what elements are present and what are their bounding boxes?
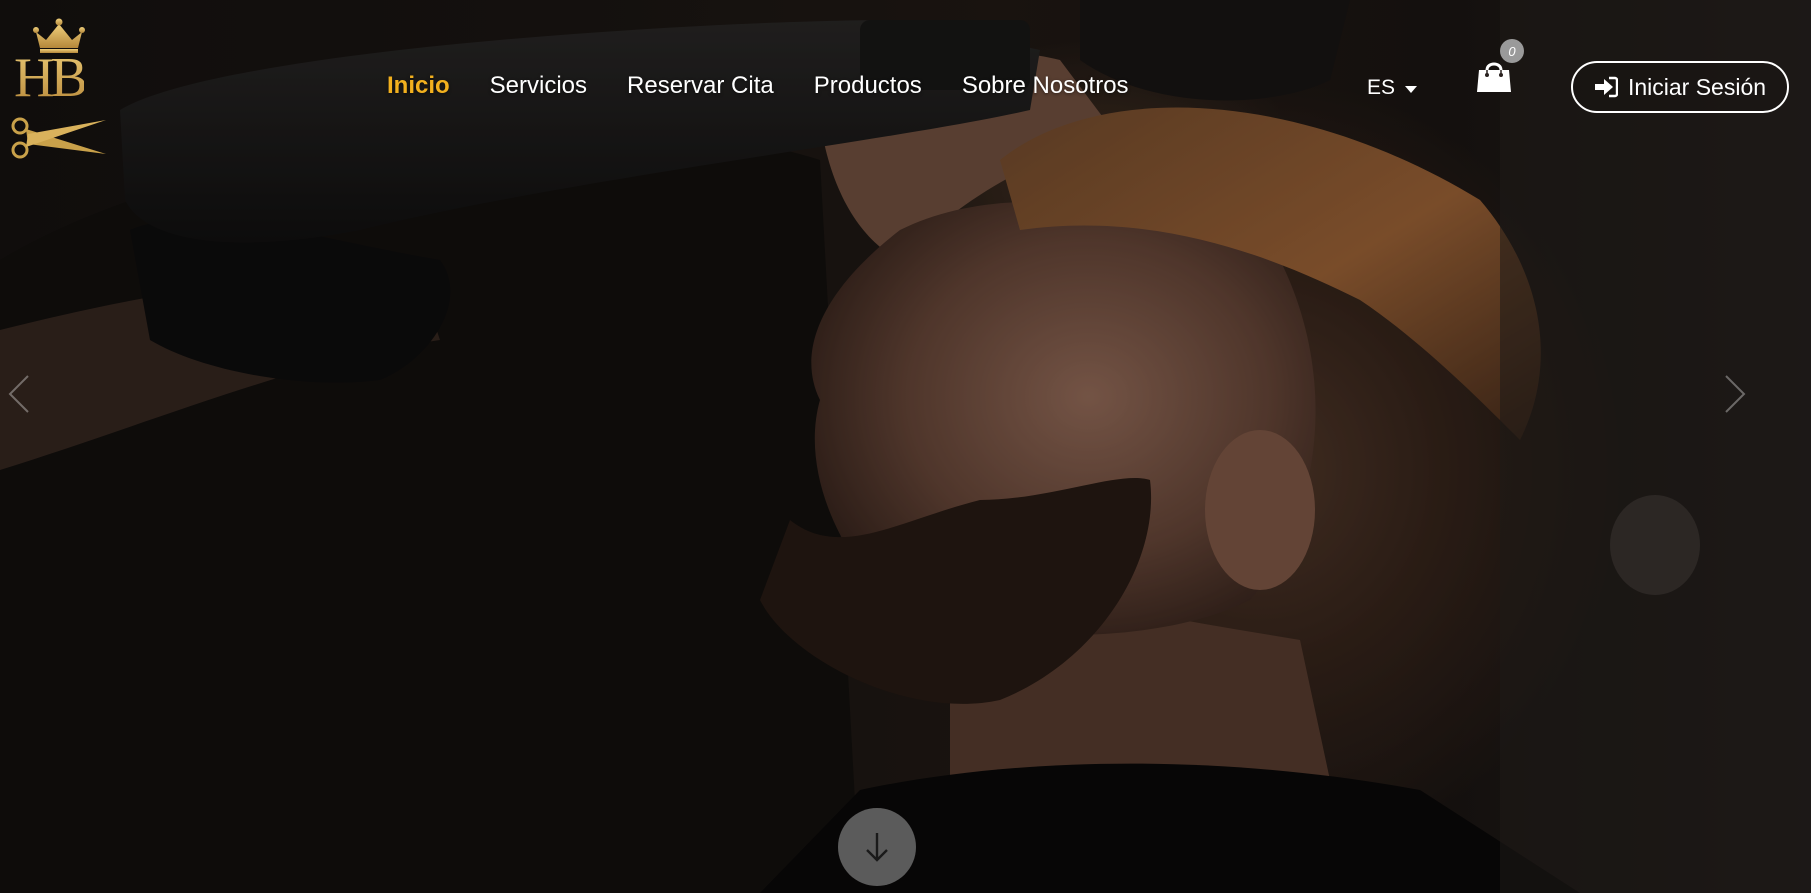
main-navigation: Inicio Servicios Reservar Cita Productos…	[387, 72, 1129, 100]
sign-in-icon	[1594, 76, 1618, 98]
nav-item-inicio[interactable]: Inicio	[387, 72, 450, 100]
language-label: ES	[1367, 76, 1396, 99]
language-selector[interactable]: ES	[1367, 76, 1418, 100]
nav-item-servicios[interactable]: Servicios	[490, 72, 587, 100]
login-label: Iniciar Sesión	[1627, 73, 1767, 100]
login-button[interactable]: Iniciar Sesión	[1571, 61, 1789, 113]
nav-item-productos[interactable]: Productos	[814, 72, 922, 100]
arrow-down-icon	[866, 833, 888, 862]
chevron-left-icon[interactable]	[6, 372, 32, 416]
scroll-down-button[interactable]	[838, 808, 916, 886]
brand-monogram: HB	[14, 47, 88, 109]
hero-dark-overlay	[0, 0, 1811, 893]
nav-item-reservar-cita[interactable]: Reservar Cita	[627, 72, 774, 100]
hero-carousel: HB Inicio Servicios Reservar Cita Produc…	[0, 0, 1811, 893]
caret-down-icon	[1405, 85, 1418, 93]
chevron-right-icon[interactable]	[1722, 372, 1748, 416]
scissors-icon	[11, 117, 106, 159]
nav-item-sobre-nosotros[interactable]: Sobre Nosotros	[962, 72, 1129, 100]
cart-count-badge: 0	[1500, 39, 1524, 63]
brand-logo[interactable]: HB	[6, 18, 108, 159]
